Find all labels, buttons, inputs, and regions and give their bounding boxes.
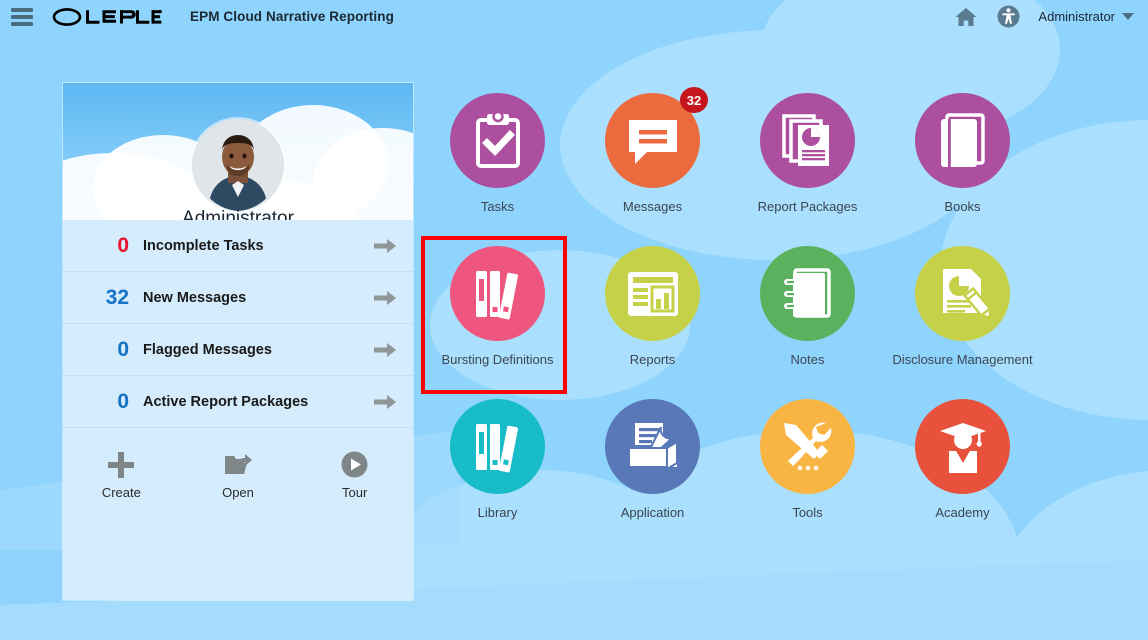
speech-bubble-icon: 32	[605, 87, 708, 188]
box-wrench-icon	[605, 399, 700, 494]
stat-label: Active Report Packages	[143, 393, 309, 410]
tile-label: Bursting Definitions	[441, 352, 554, 367]
stat-row-active-report-packages[interactable]: 0 Active Report Packages	[63, 376, 413, 428]
avatar	[192, 119, 284, 211]
accessibility-icon[interactable]	[996, 5, 1020, 29]
create-label: Create	[101, 485, 141, 500]
tile-disclosure-management[interactable]: Disclosure Management	[885, 241, 1040, 394]
stats-list: 0 Incomplete Tasks 32 New Messages 0 Fla…	[63, 220, 413, 428]
chevron-down-icon	[1122, 13, 1134, 20]
stat-row-incomplete-tasks[interactable]: 0 Incomplete Tasks	[63, 220, 413, 272]
message-count-badge: 32	[680, 87, 708, 113]
create-button[interactable]: Create	[63, 448, 180, 500]
tile-tools[interactable]: Tools	[730, 394, 885, 547]
tile-label: Report Packages	[757, 199, 858, 214]
books-shelf-icon	[450, 246, 545, 341]
hamburger-menu-icon[interactable]	[0, 0, 44, 33]
arrow-right-icon[interactable]	[357, 342, 413, 358]
tile-books[interactable]: Books	[885, 88, 1040, 241]
stat-count: 0	[117, 337, 129, 361]
user-menu[interactable]: Administrator	[1038, 9, 1134, 24]
play-circle-icon	[341, 448, 368, 478]
plus-icon	[108, 448, 135, 478]
tour-label: Tour	[342, 485, 368, 500]
stat-label: New Messages	[143, 289, 247, 306]
graduate-icon	[915, 399, 1010, 494]
tile-reports[interactable]: Reports	[575, 241, 730, 394]
header-actions: Administrator	[954, 5, 1148, 29]
tile-label: Library	[477, 505, 518, 520]
stat-label: Flagged Messages	[143, 341, 272, 358]
report-layout-icon	[605, 246, 700, 341]
stat-row-flagged-messages[interactable]: 0 Flagged Messages	[63, 324, 413, 376]
tile-label: Tasks	[480, 199, 515, 214]
page-title: EPM Cloud Narrative Reporting	[190, 9, 394, 24]
tile-label: Books	[944, 199, 981, 214]
avatar-name: Administrator	[182, 208, 294, 220]
stat-count: 0	[117, 233, 129, 257]
tile-report-packages[interactable]: Report Packages	[730, 88, 885, 241]
tile-bursting-definitions[interactable]: Bursting Definitions	[420, 241, 575, 394]
tile-label: Application	[620, 505, 685, 520]
narrative-reporting-home: EPM Cloud Narrative Reporting Administra…	[0, 0, 1148, 640]
stat-row-new-messages[interactable]: 32 New Messages	[63, 272, 413, 324]
screwdriver-wrench-icon	[760, 399, 855, 494]
user-menu-label: Administrator	[1038, 9, 1115, 24]
books-shelf-icon	[450, 399, 545, 494]
open-folder-arrow-icon	[224, 448, 252, 478]
stat-count: 0	[117, 389, 129, 413]
documents-pie-icon	[760, 93, 855, 188]
home-icon[interactable]	[954, 5, 978, 29]
tile-tasks[interactable]: Tasks	[420, 88, 575, 241]
arrow-right-icon[interactable]	[357, 290, 413, 306]
panel-actions: Create Open Tour	[63, 428, 413, 500]
app-header: EPM Cloud Narrative Reporting Administra…	[0, 0, 1148, 33]
arrow-right-icon[interactable]	[357, 238, 413, 254]
user-info-panel: Administrator 0 Incomplete Tasks 32 New …	[63, 83, 413, 600]
document-pencil-icon	[915, 246, 1010, 341]
tile-label: Reports	[629, 352, 676, 367]
open-label: Open	[222, 485, 254, 500]
oracle-logo	[52, 7, 162, 27]
tile-messages[interactable]: 32 Messages	[575, 87, 730, 241]
tile-label: Academy	[935, 505, 990, 520]
tour-button[interactable]: Tour	[296, 448, 413, 500]
arrow-right-icon[interactable]	[357, 394, 413, 410]
tile-label: Messages	[622, 199, 683, 214]
tile-notes[interactable]: Notes	[730, 241, 885, 394]
clipboard-check-icon	[450, 93, 545, 188]
stat-count: 32	[105, 285, 129, 309]
card-grid: Tasks 32 Messages Report Packages Books …	[420, 87, 1110, 547]
book-icon	[915, 93, 1010, 188]
stat-label: Incomplete Tasks	[143, 237, 264, 254]
tile-library[interactable]: Library	[420, 394, 575, 547]
tile-application[interactable]: Application	[575, 394, 730, 547]
tile-academy[interactable]: Academy	[885, 394, 1040, 547]
notebook-icon	[760, 246, 855, 341]
open-button[interactable]: Open	[180, 448, 297, 500]
tile-label: Notes	[790, 352, 825, 367]
tile-label: Tools	[792, 505, 823, 520]
avatar-banner: Administrator	[63, 83, 413, 220]
tile-label: Disclosure Management	[892, 352, 1033, 367]
